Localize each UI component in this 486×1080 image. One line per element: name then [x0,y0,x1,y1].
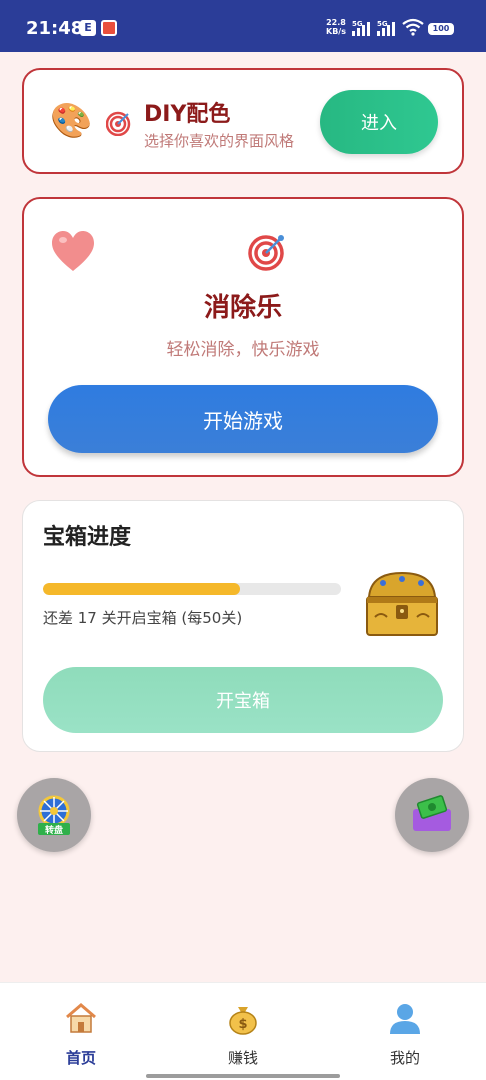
heart-icon [52,231,94,271]
chest-progress-fill [43,583,240,595]
diy-title: DIY配色 [144,102,231,127]
battery-icon: 100 [428,23,454,35]
diy-subtitle: 选择你喜欢的界面风格 [144,132,295,150]
chest-progress-bar [43,583,341,595]
game-title: 消除乐 [203,293,282,323]
lucky-wheel-icon: 转盘 [38,795,70,836]
network-speed: 22.8 KB/s [326,18,346,36]
game-subtitle: 轻松消除，快乐游戏 [166,340,320,360]
net-speed-unit: KB/s [326,27,346,36]
tab-home[interactable]: 首页 [36,1001,126,1068]
tab-earn[interactable]: $ 赚钱 [198,1001,288,1068]
notification-app-icon: E [80,20,96,36]
user-icon [390,1004,420,1034]
game-card: 消除乐 轻松消除，快乐游戏 开始游戏 [22,197,464,477]
home-indicator[interactable] [146,1074,340,1078]
money-icon [413,795,451,831]
diy-color-card: 🎨 DIY配色 选择你喜欢的界面风格 进入 [22,68,464,174]
svg-text:$: $ [238,1017,247,1032]
signal-icon-sim1: 5G [352,20,374,36]
status-bar: 21:48 E 22.8 KB/s 5G 5G 100 [0,0,486,52]
lucky-wheel-fab[interactable]: 转盘 [17,778,91,852]
chest-title: 宝箱进度 [43,525,132,550]
enter-button[interactable]: 进入 [320,90,438,154]
lucky-wheel-label: 转盘 [45,824,63,836]
tab-earn-label: 赚钱 [227,1049,258,1067]
palette-icon: 🎨 [50,101,93,141]
open-chest-button[interactable]: 开宝箱 [43,667,443,733]
chest-progress-card: 宝箱进度 还差 17 关开启宝箱 (每50关) 开宝箱 [22,500,464,752]
treasure-chest-icon [366,571,438,636]
start-game-button[interactable]: 开始游戏 [48,385,438,453]
tab-mine-label: 我的 [389,1049,420,1067]
wifi-icon [402,18,424,36]
money-bag-icon: $ [229,1007,257,1035]
tab-home-label: 首页 [65,1049,96,1067]
target-icon-large [248,235,284,271]
notification-app-icon-2 [101,20,117,36]
target-icon [106,111,131,136]
money-fab[interactable] [395,778,469,852]
home-icon [66,1003,96,1033]
status-time: 21:48 [26,18,84,39]
chest-progress-text: 还差 17 关开启宝箱 (每50关) [43,609,243,627]
bottom-tab-bar: 首页 $ 赚钱 我的 [0,982,486,1080]
signal-icon-sim2: 5G [377,20,399,36]
net-speed-value: 22.8 [326,18,346,27]
tab-mine[interactable]: 我的 [360,1001,450,1068]
